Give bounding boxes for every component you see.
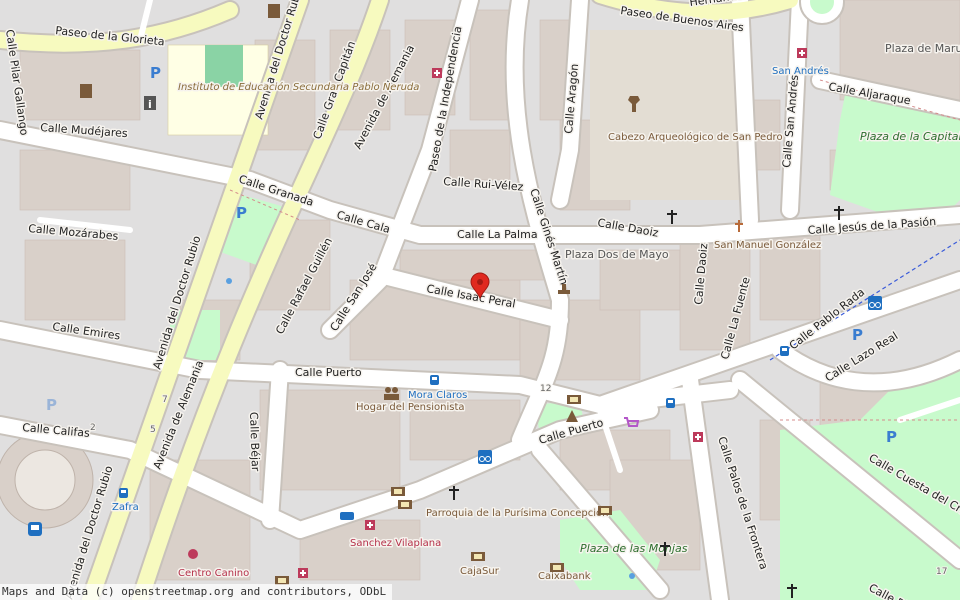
park-label: Plaza de la Capitalidad de Huelva	[860, 130, 960, 143]
pharmacy-icon	[365, 520, 375, 530]
bank-icon	[550, 563, 564, 572]
pet-shop-icon	[188, 549, 198, 559]
house-number: 2	[90, 423, 96, 433]
parking-icon: P	[236, 204, 247, 222]
shop-label: Sanchez Vilaplana	[350, 538, 441, 549]
bus-stop-icon	[666, 398, 675, 408]
bank-icon	[391, 487, 405, 496]
pharmacy-icon	[693, 432, 703, 442]
poi-label: Cabezo Arqueológico de San Pedro	[608, 131, 783, 143]
transport-label: Zafra	[112, 502, 139, 513]
memorial-icon	[80, 84, 92, 98]
map-view[interactable]: Paseo de la Glorieta Paseo de Buenos Air…	[0, 0, 960, 600]
sports-pitch	[205, 45, 243, 87]
house-number: 7	[162, 395, 168, 405]
house-number: 12	[540, 384, 551, 394]
school-label: Instituto de Educación Secundaria Pablo …	[178, 81, 419, 93]
bank-icon	[398, 500, 412, 509]
poi-label: Hogar del Pensionista	[356, 402, 465, 413]
pharmacy-icon	[432, 68, 442, 78]
bus-station-icon	[28, 522, 42, 536]
bank-icon	[567, 395, 581, 404]
street-label: Calle La Palma	[457, 228, 538, 241]
svg-text:P: P	[236, 204, 247, 222]
poi-label: Caixabank	[538, 571, 591, 582]
place-label: Plaza Dos de Mayo	[565, 248, 669, 261]
poi-label: CajaSur	[460, 566, 500, 577]
bank-icon	[471, 552, 485, 561]
fountain-icon	[629, 573, 635, 579]
bus-stop-icon	[119, 488, 128, 498]
park-label: Plaza de las Monjas	[580, 542, 688, 555]
bicycle-rental-icon	[478, 450, 492, 464]
info-icon: i	[144, 96, 156, 111]
parking-icon: P	[852, 326, 863, 344]
archaeological-area	[590, 30, 750, 200]
house-number: 5	[150, 425, 156, 435]
bicycle-rental-icon	[868, 296, 882, 310]
school-label-group: Instituto de Educación Secundaria Pablo …	[177, 80, 421, 95]
svg-text:P: P	[886, 428, 897, 446]
place-label: Plaza de Maruja Manrique	[885, 42, 960, 55]
bank-icon	[598, 506, 612, 515]
pharmacy-icon	[298, 568, 308, 578]
car-icon	[340, 512, 354, 520]
svg-text:P: P	[852, 326, 863, 344]
fountain-icon	[226, 278, 232, 284]
svg-text:P: P	[46, 396, 57, 414]
poi-label: Parroquia de la Purísima Concepción	[426, 507, 608, 519]
pharmacy-icon	[797, 48, 807, 58]
svg-text:P: P	[150, 64, 161, 82]
street-label: Calle Béjar	[247, 412, 262, 472]
street-label: Calle Puerto	[295, 366, 362, 379]
bus-stop-icon	[780, 346, 789, 356]
transport-label: San Andrés	[772, 65, 829, 77]
bus-stop-icon	[430, 375, 439, 385]
poi-label: San Manuel González	[714, 239, 821, 251]
memorial-icon	[268, 4, 280, 18]
house-number: 17	[936, 567, 947, 577]
shop-label: Centro Canino	[178, 568, 249, 579]
parking-icon: P	[886, 428, 897, 446]
svg-text:i: i	[148, 98, 152, 111]
parking-icon: P	[46, 396, 57, 414]
map-canvas[interactable]: Paseo de la Glorieta Paseo de Buenos Air…	[0, 0, 960, 600]
transport-label: Mora Claros	[408, 390, 467, 401]
map-attribution[interactable]: Maps and Data (c) openstreetmap.org and …	[0, 584, 393, 600]
